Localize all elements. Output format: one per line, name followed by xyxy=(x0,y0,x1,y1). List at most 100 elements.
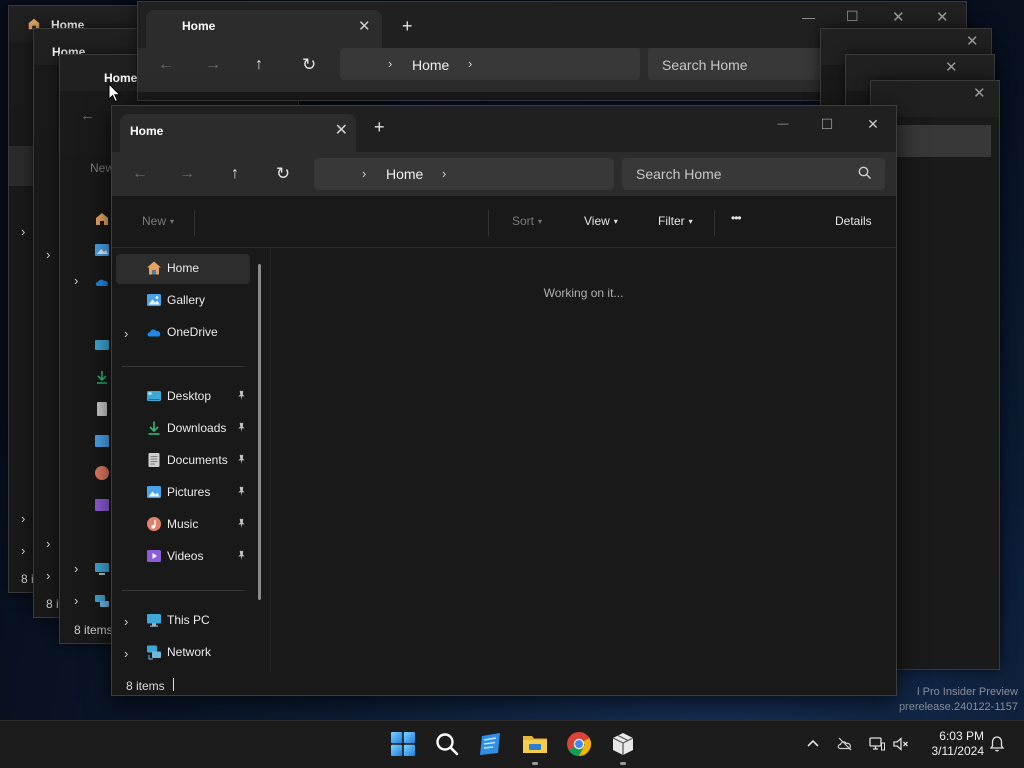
sidebar-item-music[interactable]: Music xyxy=(116,510,250,540)
address-location[interactable]: Home xyxy=(386,166,423,182)
file-explorer-icon[interactable] xyxy=(522,731,548,757)
ghost-address-location: Home xyxy=(412,57,450,73)
pin-icon[interactable] xyxy=(236,486,247,497)
search-input[interactable] xyxy=(622,158,885,190)
sidebar-item-documents[interactable]: Documents xyxy=(116,446,250,476)
running-indicator xyxy=(532,762,538,765)
gallery-icon xyxy=(147,294,161,306)
ghost-up[interactable]: ↑ xyxy=(255,56,263,74)
address-bar[interactable]: › Home › xyxy=(314,158,614,190)
title-bar: Home ✕ + — ☐ ✕ xyxy=(112,106,896,152)
ghost-minimize[interactable]: — xyxy=(802,10,815,25)
pin-icon[interactable] xyxy=(236,390,247,401)
ghost-address[interactable] xyxy=(340,48,640,80)
ghost-maximize[interactable]: ☐ xyxy=(846,8,859,25)
pin-icon[interactable] xyxy=(236,550,247,561)
search-icon[interactable] xyxy=(434,731,460,757)
network-icon[interactable] xyxy=(868,735,886,753)
desktop-icon xyxy=(95,340,109,350)
chevron-right-icon[interactable]: › xyxy=(124,646,128,661)
desktop-icon xyxy=(147,391,161,401)
onedrive-icon xyxy=(147,329,161,337)
start-icon[interactable] xyxy=(390,731,416,757)
content-pane: Working on it... xyxy=(271,248,896,672)
sidebar-item-network[interactable]: › Network xyxy=(116,638,250,668)
ghost-back[interactable]: ← xyxy=(80,107,95,124)
refresh-button[interactable]: ↻ xyxy=(269,160,297,188)
new-tab-button[interactable]: + xyxy=(374,118,385,136)
gallery-icon xyxy=(95,244,109,256)
ghost-chevron[interactable]: › xyxy=(74,273,78,288)
ghost-tab-close[interactable]: ✕ xyxy=(358,17,371,35)
sidebar-item-downloads[interactable]: Downloads xyxy=(116,414,250,444)
ghost-chevron[interactable]: › xyxy=(21,224,25,239)
ghost-chevron[interactable]: › xyxy=(46,568,50,583)
divider xyxy=(714,210,715,236)
sidebar-item-home[interactable]: Home xyxy=(116,254,250,284)
sidebar-item-desktop[interactable]: Desktop xyxy=(116,382,250,412)
ghost-refresh[interactable]: ↻ xyxy=(302,55,316,75)
ghost-close[interactable]: ✕ xyxy=(892,8,905,26)
chevron-right-icon[interactable]: › xyxy=(124,326,128,341)
pin-icon[interactable] xyxy=(236,422,247,433)
sidebar-item-gallery[interactable]: Gallery xyxy=(116,286,250,316)
ghost-chevron[interactable]: › xyxy=(21,543,25,558)
ghost-tab-add[interactable]: + xyxy=(402,16,413,37)
ghost-chevron[interactable]: › xyxy=(74,593,78,608)
address-chevron-icon[interactable]: › xyxy=(362,166,366,181)
up-button[interactable]: ↑ xyxy=(221,160,249,188)
volume-muted-icon[interactable] xyxy=(892,735,910,753)
onedrive-offline-icon[interactable] xyxy=(836,735,854,753)
view-button[interactable]: View ▾ xyxy=(584,214,618,228)
pin-icon[interactable] xyxy=(236,518,247,529)
ghost-chevron[interactable]: › xyxy=(74,561,78,576)
sort-button[interactable]: Sort ▾ xyxy=(512,214,542,228)
command-bar: New ▾ Sort ▾ View ▾ Filter ▾ ••• Details xyxy=(112,196,896,248)
close-button[interactable]: ✕ xyxy=(850,110,896,138)
forward-button[interactable]: → xyxy=(173,160,201,188)
ghost-item-count: 8 i xyxy=(21,572,34,586)
search-icon[interactable] xyxy=(858,166,872,180)
sidebar-item-pictures[interactable]: Pictures xyxy=(116,478,250,508)
ghost-close[interactable]: ✕ xyxy=(936,8,949,26)
chevron-right-icon[interactable]: › xyxy=(124,614,128,629)
text-caret xyxy=(173,678,174,691)
build-watermark-line1: l Pro Insider Preview xyxy=(917,686,1018,698)
filter-button[interactable]: Filter ▾ xyxy=(658,214,693,228)
address-chevron-icon[interactable]: › xyxy=(442,166,446,181)
home-icon xyxy=(147,261,161,275)
clock[interactable]: 6:03 PM 3/11/2024 xyxy=(914,729,985,759)
sidebar-item-label: Videos xyxy=(167,549,204,563)
filter-label: Filter xyxy=(658,214,685,228)
sidebar-item-videos[interactable]: Videos xyxy=(116,542,250,572)
sidebar-item-label: Pictures xyxy=(167,485,211,499)
ghost-close[interactable]: ✕ xyxy=(945,58,958,76)
ghost-chevron[interactable]: › xyxy=(21,511,25,526)
widgets-icon[interactable] xyxy=(478,731,504,757)
more-options-button[interactable]: ••• xyxy=(731,211,742,225)
ghost-forward[interactable]: → xyxy=(205,56,221,74)
minimize-button[interactable]: — xyxy=(760,110,806,138)
chrome-icon[interactable] xyxy=(566,731,592,757)
maximize-button[interactable]: ☐ xyxy=(804,110,850,138)
details-button[interactable]: Details xyxy=(835,214,872,228)
pin-icon[interactable] xyxy=(236,454,247,465)
loading-message: Working on it... xyxy=(543,286,624,300)
chevron-down-icon: ▾ xyxy=(170,217,175,226)
sidebar-item-onedrive[interactable]: › OneDrive xyxy=(116,318,250,348)
chevron-up-icon[interactable] xyxy=(804,735,822,753)
tab-home[interactable]: Home ✕ xyxy=(120,114,356,152)
new-button[interactable]: New ▾ xyxy=(142,214,174,228)
ghost-chevron[interactable]: › xyxy=(46,247,50,262)
sidebar-scrollbar[interactable] xyxy=(258,264,261,600)
tab-close-button[interactable]: ✕ xyxy=(335,120,348,140)
back-button[interactable]: ← xyxy=(126,160,154,188)
ghost-back[interactable]: ← xyxy=(158,56,174,74)
ghost-close[interactable]: ✕ xyxy=(966,32,979,50)
package-icon[interactable] xyxy=(610,731,636,757)
notification-bell-icon[interactable] xyxy=(988,735,1006,753)
ghost-chevron[interactable]: › xyxy=(46,536,50,551)
sidebar-item-this-pc[interactable]: › This PC xyxy=(116,606,250,636)
ghost-close[interactable]: ✕ xyxy=(973,84,986,102)
sidebar-item-label: Documents xyxy=(167,453,228,467)
